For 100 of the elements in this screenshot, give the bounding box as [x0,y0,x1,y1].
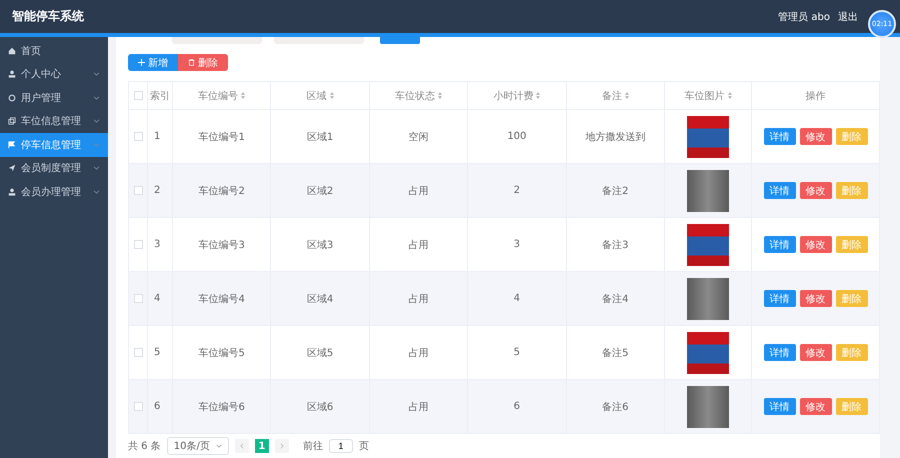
table-cell: 区域5 [306,348,334,358]
sort-icon [728,92,732,99]
edit-button[interactable]: 修改 [800,128,832,145]
table-cell: 5 [514,347,520,358]
flag-icon [8,140,16,149]
edit-button[interactable]: 修改 [800,182,832,199]
delete-button[interactable]: 删除 [836,344,868,361]
chevron-icon [93,119,100,124]
column-header[interactable]: 备注 [602,88,629,102]
table-cell: 备注5 [602,348,628,358]
user-name: 管理员 abo [778,10,830,24]
sidebar-item[interactable]: 个人中心 [0,62,108,86]
details-button[interactable]: 详情 [764,398,796,415]
chevron-left-icon [240,443,244,449]
sidebar-item[interactable]: 用户管理 [0,86,108,110]
chevron-icon [216,444,222,448]
delete-button[interactable]: 删除 [836,398,868,415]
edit-button[interactable]: 修改 [800,344,832,361]
gear-icon [8,94,16,102]
column-header: 索引 [150,90,170,102]
table-cell: 6 [154,401,160,412]
table-cell: 车位编号4 [198,294,245,304]
page-input[interactable]: 1 [328,439,353,453]
row-checkbox[interactable] [134,348,142,357]
chevron-icon [93,72,100,76]
plus-icon [138,59,145,66]
row-checkbox[interactable] [134,402,142,411]
table-cell: 备注6 [602,402,628,412]
table-cell: 2 [154,185,160,196]
row-checkbox[interactable] [134,240,142,249]
delete-button[interactable]: 删除 [836,290,868,307]
table-cell: 区域6 [306,402,334,412]
user-icon [8,188,16,196]
chevron-icon [93,142,100,147]
delete-button[interactable]: 删除 [836,182,868,199]
table-cell: 地方撒发送到 [585,132,646,142]
details-button[interactable]: 详情 [764,344,796,361]
delete-button[interactable]: 删除 [836,128,868,145]
table-cell: 空闲 [408,132,428,142]
edit-button[interactable]: 修改 [800,398,832,415]
sidebar-item[interactable]: 车位信息管理 [0,110,108,133]
photo-placeholder [687,332,729,374]
table-cell: 区域4 [306,294,334,304]
page-unit-label: 页 [358,440,369,453]
table-cell: 4 [514,293,520,304]
sidebar-item[interactable]: 停车信息管理 [0,133,108,156]
sidebar-item[interactable]: 首页 [0,39,108,62]
delete-button[interactable]: 删除 [836,236,868,253]
column-header[interactable]: 区域 [306,88,334,102]
table-cell: 3 [154,239,160,250]
table-cell: 区域2 [306,186,334,196]
table-cell: 4 [154,293,160,304]
table-cell: 车位编号1 [198,132,245,142]
edit-button[interactable]: 修改 [800,236,832,253]
table-cell: 占用 [408,294,428,304]
details-button[interactable]: 详情 [764,128,796,145]
copy-icon [8,117,16,126]
home-icon [8,46,16,55]
photo-placeholder [687,116,729,158]
delete-button[interactable]: 删除 [178,54,228,71]
chevron-icon [93,166,100,170]
sort-icon [438,92,442,99]
table-cell: 5 [154,347,160,358]
photo-placeholder [687,386,729,428]
page-size-select[interactable]: 10条/页 [166,437,229,455]
sidebar-item[interactable]: 会员办理管理 [0,180,108,204]
sort-icon [330,92,334,99]
photo-placeholder [687,170,729,212]
row-checkbox[interactable] [134,132,142,141]
search-button[interactable] [380,37,420,44]
previous-page-button[interactable] [234,439,249,453]
search-field[interactable] [274,37,364,44]
photo-placeholder [687,224,729,266]
next-page-button[interactable] [274,439,289,453]
details-button[interactable]: 详情 [764,290,796,307]
user-icon [8,70,16,78]
select-all-checkbox[interactable] [134,90,142,100]
column-header: 操作 [806,90,826,102]
table-cell: 车位编号2 [198,186,245,196]
page-number-button[interactable]: 1 [254,439,269,453]
row-checkbox[interactable] [134,294,142,303]
table-cell: 占用 [408,186,428,196]
table-cell: 备注2 [602,186,628,196]
chevron-icon [93,190,100,194]
row-checkbox[interactable] [134,186,142,195]
logout-link[interactable]: 退出 [838,10,858,24]
send-icon [8,164,16,172]
total-count: 共 6 条 [128,440,161,453]
table-cell: 车位编号6 [198,402,245,412]
table-cell: 100 [507,131,526,142]
table-cell: 3 [514,239,520,250]
details-button[interactable]: 详情 [764,182,796,199]
photo-placeholder [687,278,729,320]
sidebar-item[interactable]: 会员制度管理 [0,156,108,180]
add-button[interactable]: 新增 [128,54,178,71]
edit-button[interactable]: 修改 [800,290,832,307]
table-cell: 占用 [408,348,428,358]
details-button[interactable]: 详情 [764,236,796,253]
sort-icon [624,92,629,99]
search-field[interactable] [172,37,262,44]
